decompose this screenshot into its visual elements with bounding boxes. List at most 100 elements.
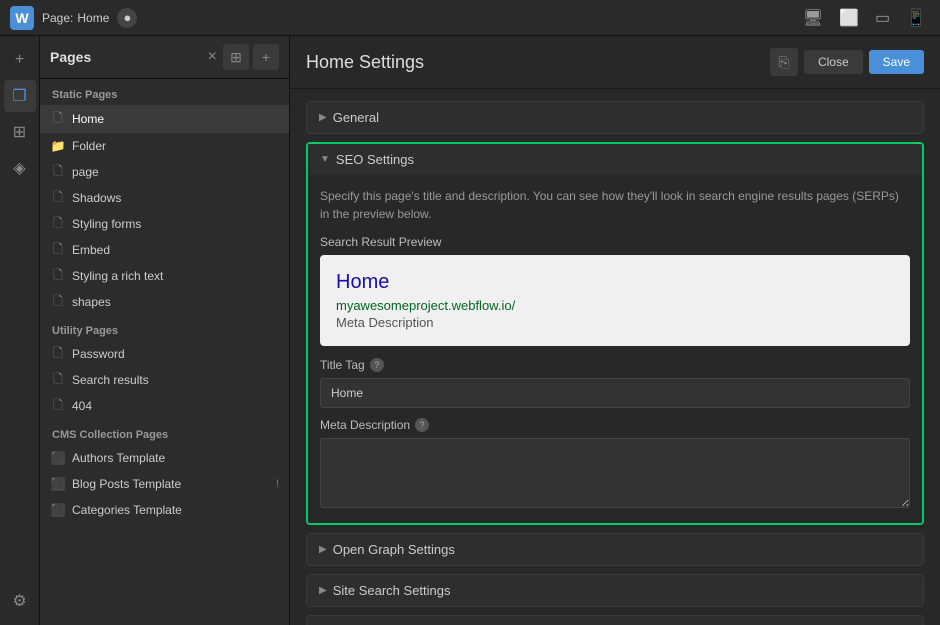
- cms-pages-label: CMS Collection Pages: [40, 419, 289, 445]
- preview-url: myawesomeproject.webflow.io/: [336, 298, 894, 313]
- title-tag-input[interactable]: [320, 378, 910, 408]
- custom-code-section-header[interactable]: ▶ Custom Code: [307, 616, 923, 625]
- pages-panel: Pages × ⊞ + Static Pages 🗋 Home ⌂ › 📁 Fo…: [40, 36, 290, 625]
- webflow-logo: W: [10, 6, 34, 30]
- page-item-page[interactable]: 🗋 page: [40, 159, 289, 185]
- page-item-shapes[interactable]: 🗋 shapes: [40, 289, 289, 315]
- device-switcher: 🖥 ⬜ ▭ 📱: [799, 6, 930, 30]
- page-item-password[interactable]: 🗋 Password: [40, 341, 289, 367]
- page-name-shadows: Shadows: [72, 191, 279, 205]
- settings-body: ▶ General ▼ SEO Settings Specify this pa…: [290, 89, 940, 625]
- page-name-blog-posts-template: Blog Posts Template: [72, 477, 268, 491]
- page-name-search-results: Search results: [72, 373, 279, 387]
- cms-page-icon: ⬛: [50, 476, 66, 492]
- general-section-label: General: [333, 110, 379, 125]
- page-file-icon: 🗋: [50, 294, 66, 310]
- page-item-shadows[interactable]: 🗋 Shadows: [40, 185, 289, 211]
- site-search-section: ▶ Site Search Settings: [306, 574, 924, 607]
- meta-desc-label: Meta Description ?: [320, 418, 910, 432]
- page-status-icon[interactable]: ●: [117, 8, 137, 28]
- assets-btn[interactable]: ◈: [4, 152, 36, 184]
- seo-chevron-icon: ▼: [320, 154, 330, 165]
- pages-btn[interactable]: ❐: [4, 80, 36, 112]
- add-folder-btn[interactable]: ⊞: [223, 44, 249, 70]
- seo-section: ▼ SEO Settings Specify this page's title…: [306, 142, 924, 525]
- page-file-icon: 🗋: [50, 111, 66, 127]
- open-graph-chevron-icon: ▶: [319, 544, 327, 555]
- seo-content: Specify this page's title and descriptio…: [308, 175, 922, 523]
- pages-list: Static Pages 🗋 Home ⌂ › 📁 Folder 🗋 page …: [40, 79, 289, 625]
- page-file-icon: 🗋: [50, 242, 66, 258]
- page-name-404: 404: [72, 399, 279, 413]
- page-item-embed[interactable]: 🗋 Embed: [40, 237, 289, 263]
- title-tag-help-icon[interactable]: ?: [370, 358, 384, 372]
- page-name-shapes: shapes: [72, 295, 279, 309]
- site-search-section-label: Site Search Settings: [333, 583, 451, 598]
- page-file-icon: 🗋: [50, 372, 66, 388]
- meta-desc-textarea[interactable]: [320, 438, 910, 508]
- page-item-categories-template[interactable]: ⬛ Categories Template: [40, 497, 289, 523]
- meta-desc-help-icon[interactable]: ?: [415, 418, 429, 432]
- desktop-icon[interactable]: 🖥: [799, 6, 827, 30]
- page-name-home: Home: [72, 112, 235, 126]
- laptop-icon[interactable]: ▭: [871, 6, 894, 30]
- page-name-styling-forms: Styling forms: [72, 217, 279, 231]
- seo-section-header[interactable]: ▼ SEO Settings: [308, 144, 922, 175]
- main-content: Home Settings ⎘ Close Save ▶ General ▼ S…: [290, 36, 940, 625]
- page-item-404[interactable]: 🗋 404: [40, 393, 289, 419]
- page-item-home[interactable]: 🗋 Home ⌂ ›: [40, 105, 289, 133]
- open-graph-section: ▶ Open Graph Settings: [306, 533, 924, 566]
- page-file-icon: 🗋: [50, 398, 66, 414]
- page-name-categories-template: Categories Template: [72, 503, 279, 517]
- page-item-styling-rich-text[interactable]: 🗋 Styling a rich text: [40, 263, 289, 289]
- add-page-btn[interactable]: +: [253, 44, 279, 70]
- page-name-folder: Folder: [72, 139, 279, 153]
- general-section: ▶ General: [306, 101, 924, 134]
- topbar: W Page: Home ● 🖥 ⬜ ▭ 📱: [0, 0, 940, 36]
- cms-btn[interactable]: ⊞: [4, 116, 36, 148]
- static-pages-label: Static Pages: [40, 79, 289, 105]
- site-search-section-header[interactable]: ▶ Site Search Settings: [307, 575, 923, 606]
- blog-posts-warning-icon: !: [276, 478, 279, 490]
- page-item-blog-posts-template[interactable]: ⬛ Blog Posts Template !: [40, 471, 289, 497]
- cms-page-icon: ⬛: [50, 450, 66, 466]
- title-tag-label: Title Tag ?: [320, 358, 910, 372]
- icon-sidebar: + ❐ ⊞ ◈ ⚙: [0, 36, 40, 625]
- site-search-chevron-icon: ▶: [319, 585, 327, 596]
- custom-code-section: ▶ Custom Code: [306, 615, 924, 625]
- preview-meta-desc: Meta Description: [336, 315, 894, 330]
- page-file-icon: 🗋: [50, 346, 66, 362]
- content-header: Home Settings ⎘ Close Save: [290, 36, 940, 89]
- page-item-folder[interactable]: 📁 Folder: [40, 133, 289, 159]
- add-elements-btn[interactable]: +: [4, 44, 36, 76]
- page-item-authors-template[interactable]: ⬛ Authors Template: [40, 445, 289, 471]
- duplicate-btn[interactable]: ⎘: [770, 48, 798, 76]
- page-file-icon: 🗋: [50, 268, 66, 284]
- seo-description: Specify this page's title and descriptio…: [320, 187, 910, 223]
- mobile-icon[interactable]: 📱: [902, 6, 930, 30]
- page-breadcrumb: Page: Home: [42, 11, 109, 25]
- page-settings-title: Home Settings: [306, 52, 762, 73]
- page-name-page: page: [72, 165, 279, 179]
- settings-btn[interactable]: ⚙: [4, 585, 36, 617]
- save-settings-btn[interactable]: Save: [869, 50, 924, 74]
- page-item-styling-forms[interactable]: 🗋 Styling forms: [40, 211, 289, 237]
- page-name-styling-rich-text: Styling a rich text: [72, 269, 279, 283]
- open-graph-section-header[interactable]: ▶ Open Graph Settings: [307, 534, 923, 565]
- page-file-icon: 🗋: [50, 164, 66, 180]
- pages-header: Pages × ⊞ +: [40, 36, 289, 79]
- folder-icon: 📁: [50, 138, 66, 154]
- home-icon[interactable]: ⌂: [241, 110, 259, 128]
- utility-pages-label: Utility Pages: [40, 315, 289, 341]
- page-item-search-results[interactable]: 🗋 Search results: [40, 367, 289, 393]
- page-name-authors-template: Authors Template: [72, 451, 279, 465]
- pages-panel-close[interactable]: ×: [208, 48, 217, 66]
- tablet-icon[interactable]: ⬜: [835, 6, 863, 30]
- open-graph-section-label: Open Graph Settings: [333, 542, 455, 557]
- page-file-icon: 🗋: [50, 216, 66, 232]
- preview-title: Home: [336, 271, 894, 294]
- arrow-right-icon[interactable]: ›: [261, 110, 279, 128]
- main-layout: + ❐ ⊞ ◈ ⚙ Pages × ⊞ + Static Pages 🗋 Hom…: [0, 36, 940, 625]
- close-settings-btn[interactable]: Close: [804, 50, 863, 74]
- general-section-header[interactable]: ▶ General: [307, 102, 923, 133]
